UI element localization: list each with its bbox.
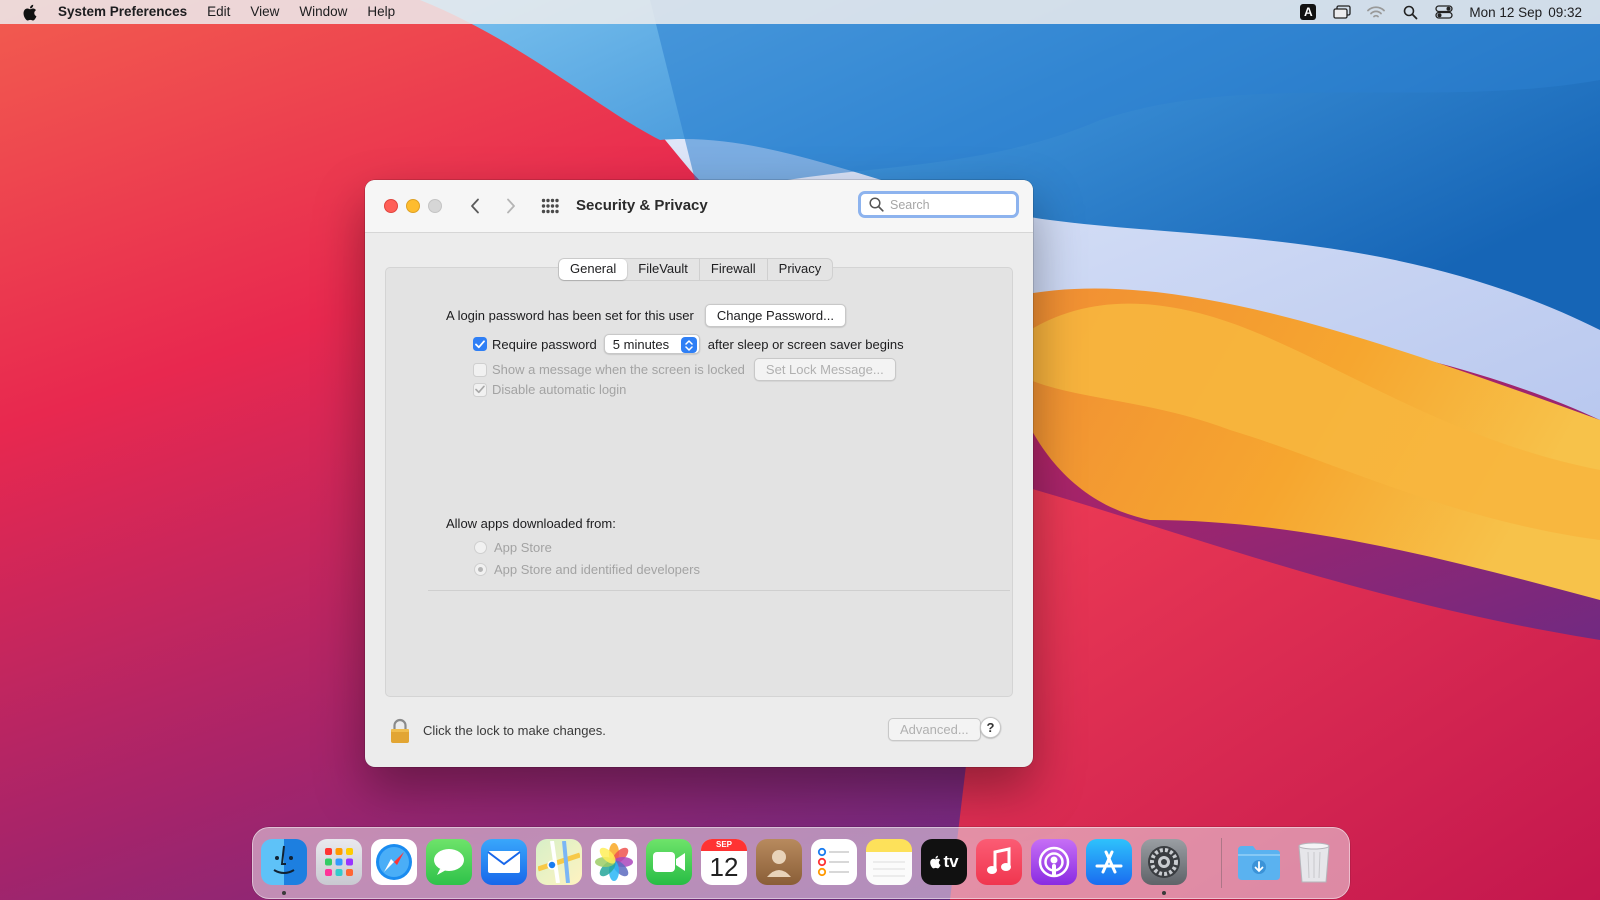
- chevron-up-down-icon: [680, 337, 697, 353]
- require-password-row: Require password 5 minutes after sleep o…: [473, 334, 904, 354]
- dock-contacts-icon[interactable]: [756, 839, 802, 885]
- dock-podcasts-icon[interactable]: [1031, 839, 1077, 885]
- advanced-button: Advanced...: [888, 718, 981, 741]
- dock-messages-icon[interactable]: [426, 839, 472, 885]
- dock-appletv-icon[interactable]: tv: [921, 839, 967, 885]
- window-title: Security & Privacy: [576, 197, 708, 214]
- input-source-icon[interactable]: A: [1291, 0, 1325, 24]
- dock-mail-icon[interactable]: [481, 839, 527, 885]
- general-panel: A login password has been set for this u…: [385, 267, 1013, 697]
- password-delay-value: 5 minutes: [612, 336, 670, 352]
- app-store-label: App Store: [494, 540, 552, 555]
- tab-firewall[interactable]: Firewall: [700, 259, 768, 280]
- allow-apps-heading: Allow apps downloaded from:: [446, 516, 616, 531]
- calendar-month: SEP: [701, 839, 747, 851]
- search-input[interactable]: [890, 197, 1010, 212]
- dock-maps-icon[interactable]: [536, 839, 582, 885]
- menu-window[interactable]: Window: [289, 0, 357, 24]
- lock-status-text: Click the lock to make changes.: [423, 723, 606, 738]
- app-store-radio: [474, 541, 487, 554]
- menu-bar: System Preferences Edit View Window Help…: [0, 0, 1600, 24]
- lock-message-row: Show a message when the screen is locked…: [473, 358, 896, 381]
- login-password-text: A login password has been set for this u…: [446, 308, 694, 323]
- control-center-icon[interactable]: [1427, 0, 1461, 24]
- change-password-button[interactable]: Change Password...: [704, 304, 846, 327]
- clock-date: Mon 12 Sep: [1469, 4, 1543, 20]
- identified-developers-radio: [474, 563, 487, 576]
- clock-time: 09:32: [1548, 4, 1582, 20]
- menubar-clock[interactable]: Mon 12 Sep 09:32: [1461, 5, 1582, 20]
- search-field[interactable]: [858, 191, 1019, 218]
- finder-running-indicator: [282, 891, 286, 895]
- tab-general[interactable]: General: [559, 259, 628, 280]
- dock-music-icon[interactable]: [976, 839, 1022, 885]
- calendar-day: 12: [709, 852, 739, 882]
- dock-finder-icon[interactable]: [261, 839, 307, 885]
- dock-photos-icon[interactable]: [591, 839, 637, 885]
- menu-view[interactable]: View: [240, 0, 289, 24]
- dock-reminders-icon[interactable]: [811, 839, 857, 885]
- window-titlebar[interactable]: Security & Privacy: [365, 180, 1033, 233]
- search-icon: [869, 197, 884, 212]
- chevron-right-icon: [507, 198, 515, 214]
- dock-safari-icon[interactable]: [371, 839, 417, 885]
- grid-icon: [541, 198, 559, 214]
- disable-auto-login-label: Disable automatic login: [492, 382, 627, 397]
- require-password-label: Require password: [492, 336, 597, 352]
- chevron-left-icon: [471, 198, 479, 214]
- identified-developers-label: App Store and identified developers: [494, 562, 700, 577]
- allow-apps-label: Allow apps downloaded from:: [446, 516, 616, 531]
- section-divider: [428, 590, 1010, 591]
- menu-help[interactable]: Help: [357, 0, 405, 24]
- auto-login-row: Disable automatic login: [473, 382, 626, 397]
- wifi-icon[interactable]: [1359, 0, 1393, 24]
- allow-option-app-store: App Store: [474, 540, 552, 555]
- password-delay-popup[interactable]: 5 minutes: [603, 334, 700, 354]
- dock: SEP 12 tv: [252, 827, 1350, 899]
- dock-notes-icon[interactable]: [866, 839, 912, 885]
- window-controls: [384, 199, 442, 213]
- show-message-label: Show a message when the screen is locked: [492, 362, 745, 377]
- security-privacy-window: Security & Privacy A login password has …: [365, 180, 1033, 767]
- checkmark-icon: [475, 385, 485, 394]
- dock-system-preferences-icon[interactable]: [1141, 839, 1187, 885]
- apple-menu-icon[interactable]: [0, 4, 58, 21]
- dock-trash-icon[interactable]: [1291, 839, 1337, 885]
- dock-downloads-icon[interactable]: [1236, 839, 1282, 885]
- set-lock-message-button: Set Lock Message...: [753, 358, 896, 381]
- display-mirroring-icon[interactable]: [1325, 0, 1359, 24]
- disable-auto-login-checkbox: [473, 382, 487, 397]
- dock-launchpad-icon[interactable]: [316, 839, 362, 885]
- dock-appstore-icon[interactable]: [1086, 839, 1132, 885]
- back-button[interactable]: [465, 196, 485, 216]
- system-preferences-running-indicator: [1162, 891, 1166, 895]
- appletv-label: tv: [943, 852, 959, 871]
- require-password-checkbox[interactable]: [473, 337, 487, 351]
- spotlight-search-icon[interactable]: [1393, 0, 1427, 24]
- lock-icon[interactable]: [389, 718, 411, 744]
- allow-option-identified: App Store and identified developers: [474, 562, 700, 577]
- dock-facetime-icon[interactable]: [646, 839, 692, 885]
- input-source-label: A: [1300, 4, 1317, 20]
- minimize-window-button[interactable]: [406, 199, 420, 213]
- close-window-button[interactable]: [384, 199, 398, 213]
- dock-separator: [1221, 838, 1222, 888]
- tab-privacy[interactable]: Privacy: [768, 259, 833, 280]
- show-message-checkbox: [473, 362, 487, 377]
- login-password-row: A login password has been set for this u…: [446, 304, 846, 327]
- menu-app-name[interactable]: System Preferences: [58, 0, 197, 24]
- forward-button[interactable]: [501, 196, 521, 216]
- dock-calendar-icon[interactable]: SEP 12: [701, 839, 747, 885]
- show-all-button[interactable]: [540, 196, 560, 216]
- menu-edit[interactable]: Edit: [197, 0, 240, 24]
- tab-filevault[interactable]: FileVault: [627, 259, 700, 280]
- checkmark-icon: [475, 339, 485, 348]
- zoom-window-button: [428, 199, 442, 213]
- require-password-suffix: after sleep or screen saver begins: [707, 336, 904, 352]
- help-button[interactable]: ?: [980, 717, 1001, 738]
- tab-bar: General FileVault Firewall Privacy: [558, 258, 834, 281]
